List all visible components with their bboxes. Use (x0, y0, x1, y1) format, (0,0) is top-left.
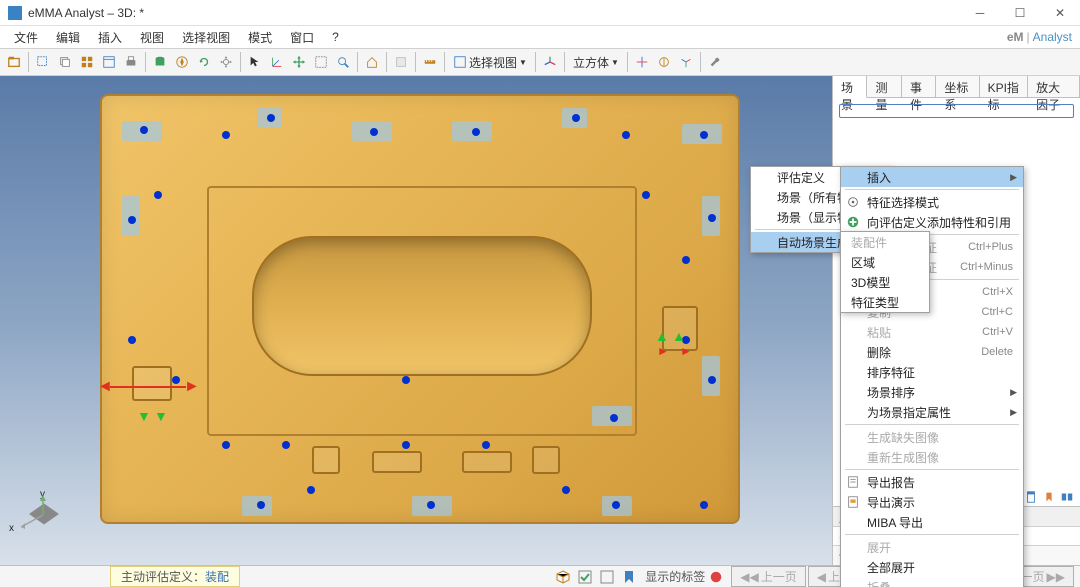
cm-expand: 展开 (841, 537, 1023, 557)
tool-copy-icon[interactable] (55, 52, 75, 72)
tool-compass-icon[interactable] (172, 52, 192, 72)
tool-gear-icon[interactable] (216, 52, 236, 72)
toolbar: 选择视图 ▼ 立方体 ▼ (0, 48, 1080, 76)
tool-home-icon[interactable] (362, 52, 382, 72)
app-icon (8, 6, 22, 20)
status-bookmark-icon[interactable] (621, 569, 637, 585)
cm-scene-sort[interactable]: 场景排序▶ (841, 382, 1023, 402)
tab-zoom[interactable]: 放大因子 (1028, 76, 1080, 97)
target-icon (845, 194, 861, 210)
cm-paste: 粘贴Ctrl+V (841, 322, 1023, 342)
tool-select-icon[interactable] (33, 52, 53, 72)
tool-zoom-icon[interactable] (333, 52, 353, 72)
cm-3dmodel[interactable]: 3D模型 (841, 272, 929, 292)
minimize-button[interactable]: ─ (960, 0, 1000, 26)
cm-feature-type[interactable]: 特征类型 (841, 292, 929, 312)
tool-window-icon[interactable] (99, 52, 119, 72)
side-tabs: 场景 测量 事件 坐标系 KPI指标 放大因子 (833, 76, 1080, 98)
menu-help[interactable]: ? (324, 28, 347, 46)
cm-regen: 重新生成图像 (841, 447, 1023, 467)
status-unchecked-icon[interactable] (599, 569, 615, 585)
show-label-text: 显示的标签 (645, 568, 705, 585)
status-box-icon[interactable] (555, 569, 571, 585)
tool-move-icon[interactable] (289, 52, 309, 72)
tool-measure-icon[interactable] (420, 52, 440, 72)
cm-export-report[interactable]: 导出报告 (841, 472, 1023, 492)
side-icon-3[interactable] (1024, 490, 1038, 504)
tool-coord1-icon[interactable] (632, 52, 652, 72)
3d-model: ◄ ► ▼ ▼ ▲ ▲ ► ► (100, 94, 740, 524)
tool-print-icon[interactable] (121, 52, 141, 72)
tool-axes3-icon[interactable] (540, 52, 560, 72)
status-toggle-icon[interactable] (709, 570, 723, 584)
tool-open-icon[interactable] (4, 52, 24, 72)
cm-collapse: 折叠 (841, 577, 1023, 587)
3d-viewport[interactable]: ◄ ► ▼ ▼ ▲ ▲ ► ► x y (0, 76, 832, 565)
cm-add-eval[interactable]: 向评估定义添加特性和引用 (841, 212, 1023, 232)
menu-edit[interactable]: 编辑 (48, 27, 88, 48)
cm-insert[interactable]: 插入▶ (841, 167, 1023, 187)
doc-icon (845, 474, 861, 490)
axis-widget[interactable]: x y (15, 495, 65, 545)
menu-mode[interactable]: 模式 (240, 27, 280, 48)
maximize-button[interactable]: ☐ (1000, 0, 1040, 26)
cm-expand-all[interactable]: 全部展开 (841, 557, 1023, 577)
plus-circle-icon (845, 214, 861, 230)
tool-wrench-icon[interactable] (705, 52, 725, 72)
cm-export-presentation[interactable]: 导出演示 (841, 492, 1023, 512)
menubar: 文件 编辑 插入 视图 选择视图 模式 窗口 ? eM|Analyst (0, 26, 1080, 48)
tab-scene[interactable]: 场景 (833, 76, 867, 98)
close-button[interactable]: ✕ (1040, 0, 1080, 26)
cm-assembly: 装配件 (841, 232, 929, 252)
tab-event[interactable]: 事件 (902, 76, 936, 97)
tool-frame-icon[interactable] (311, 52, 331, 72)
tab-kpi[interactable]: KPI指标 (980, 76, 1029, 97)
tool-grid-icon[interactable] (77, 52, 97, 72)
window-title: eMMA Analyst – 3D: * (28, 6, 960, 20)
menu-select-view[interactable]: 选择视图 (174, 27, 238, 48)
cm-gen-missing: 生成缺失图像 (841, 427, 1023, 447)
menu-file[interactable]: 文件 (6, 27, 46, 48)
main-area: ◄ ► ▼ ▼ ▲ ▲ ► ► x y (0, 76, 1080, 565)
cm-sort-feature[interactable]: 排序特征 (841, 362, 1023, 382)
tool-refresh-icon[interactable] (194, 52, 214, 72)
context-menu-sub2: 装配件 区域 3D模型 特征类型 (840, 231, 930, 313)
doc-icon (845, 494, 861, 510)
tool-db-icon[interactable] (150, 52, 170, 72)
brand: eM|Analyst (1007, 28, 1072, 44)
titlebar: eMMA Analyst – 3D: * ─ ☐ ✕ (0, 0, 1080, 26)
side-icon-4[interactable] (1042, 490, 1056, 504)
cm-delete[interactable]: 删除Delete (841, 342, 1023, 362)
toolbar-select-view-dropdown[interactable]: 选择视图 ▼ (449, 52, 531, 72)
toolbar-cube-dropdown[interactable]: 立方体 ▼ (569, 52, 623, 72)
tab-measure[interactable]: 测量 (867, 76, 901, 97)
context-menu-sub1: 插入▶ 特征选择模式 向评估定义添加特性和引用 添加特征Ctrl+Plus 删除… (840, 166, 1024, 587)
cm-miba-export[interactable]: MIBA 导出 (841, 512, 1023, 532)
tool-axis-icon[interactable] (267, 52, 287, 72)
menu-insert[interactable]: 插入 (90, 27, 130, 48)
side-icon-5[interactable] (1060, 490, 1074, 504)
tool-cursor-icon[interactable] (245, 52, 265, 72)
cm-scene-props[interactable]: 为场景指定属性▶ (841, 402, 1023, 422)
status-checked-icon[interactable] (577, 569, 593, 585)
menu-window[interactable]: 窗口 (282, 27, 322, 48)
tool-coord3-icon[interactable] (676, 52, 696, 72)
cm-feature-select[interactable]: 特征选择模式 (841, 192, 1023, 212)
nav-first[interactable]: ◀◀上一页 (731, 566, 805, 587)
tool-coord2-icon[interactable] (654, 52, 674, 72)
status-eval-def: 主动评估定义：装配 (110, 566, 240, 587)
tool-ghost-icon[interactable] (391, 52, 411, 72)
cm-area[interactable]: 区域 (841, 252, 929, 272)
tab-coord[interactable]: 坐标系 (936, 76, 979, 97)
menu-view[interactable]: 视图 (132, 27, 172, 48)
